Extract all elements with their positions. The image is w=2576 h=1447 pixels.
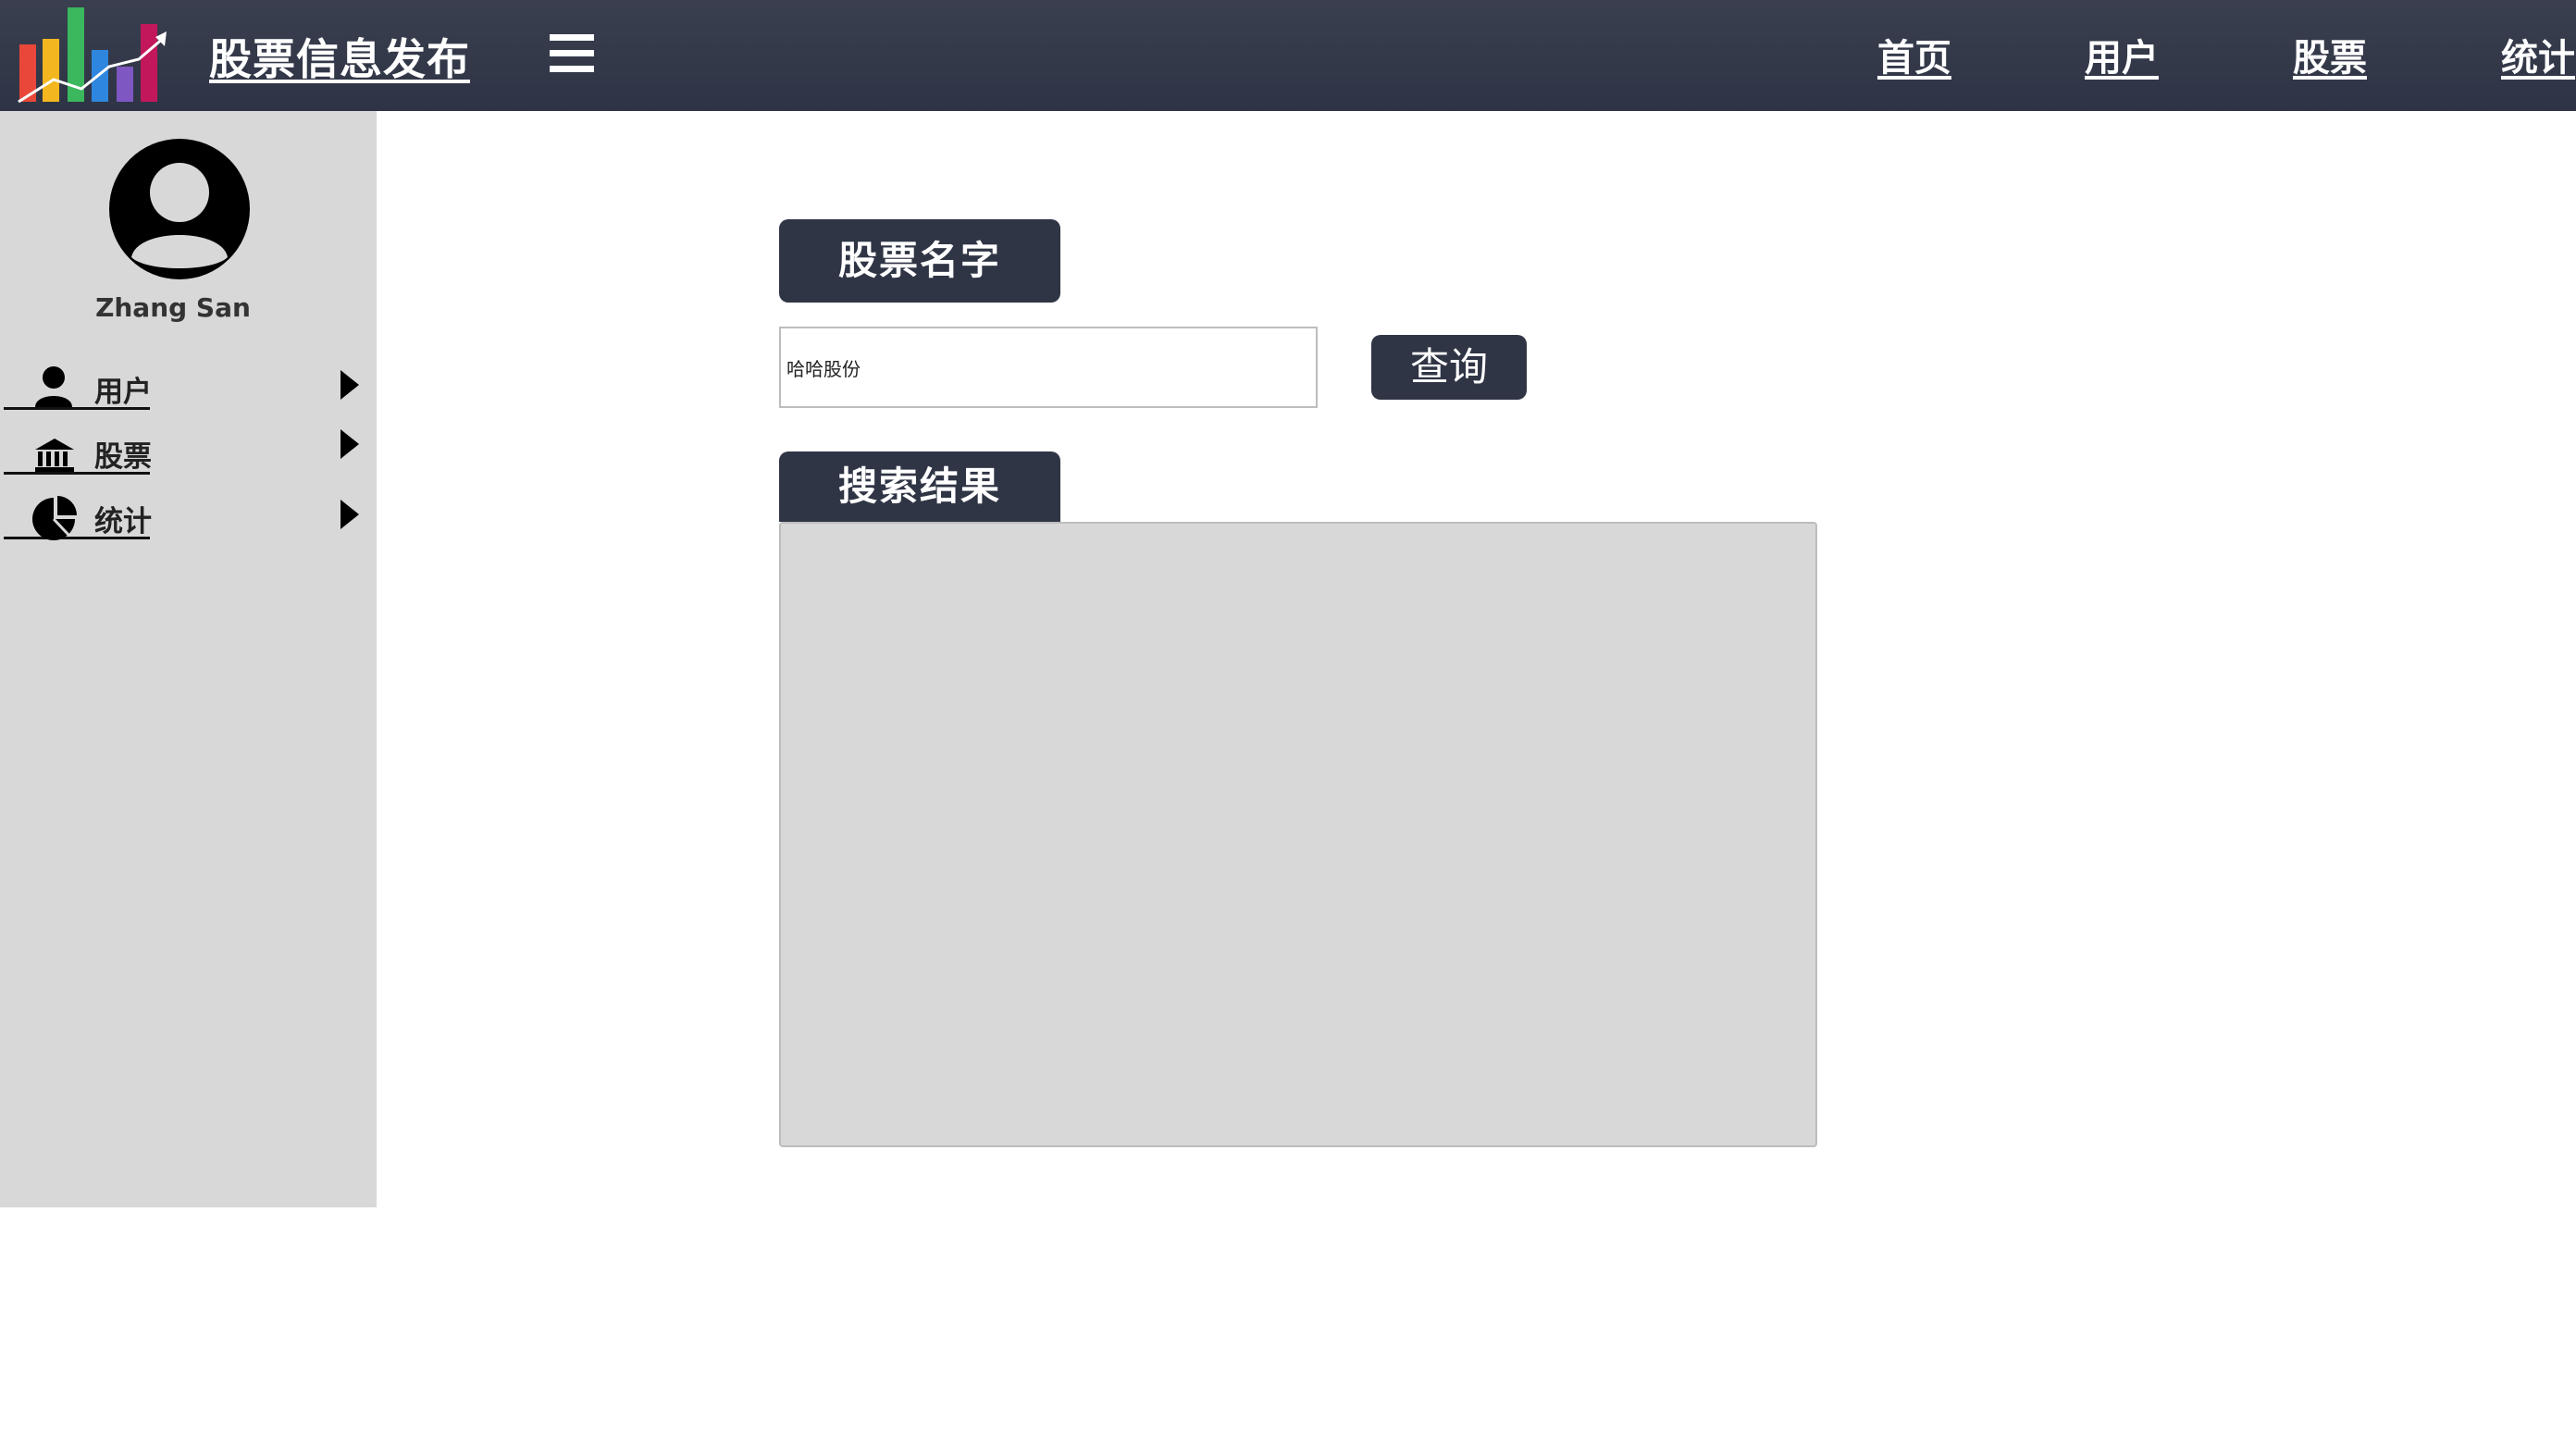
top-navigation-bar: 股票信息发布 首页 用户 股票 统计 <box>0 0 2576 111</box>
expand-arrow-icon[interactable] <box>341 429 359 459</box>
bar-chart-logo-icon <box>18 7 167 104</box>
expand-arrow-icon[interactable] <box>341 500 359 529</box>
search-results-label: 搜索结果 <box>779 451 1060 522</box>
user-icon <box>35 366 72 407</box>
nav-users[interactable]: 用户 <box>2085 28 2159 81</box>
user-avatar-icon <box>109 139 250 279</box>
sidebar-item-statistics[interactable]: 统计 <box>0 494 377 550</box>
nav-statistics[interactable]: 统计 <box>2501 28 2575 81</box>
nav-home[interactable]: 首页 <box>1877 28 1951 81</box>
username: Zhang San <box>95 292 251 323</box>
search-results-panel <box>779 522 1817 1147</box>
sidebar: Zhang San 用户 股票 统计 <box>0 111 377 1207</box>
nav-stocks[interactable]: 股票 <box>2293 28 2367 81</box>
sidebar-item-label: 股票 <box>94 440 152 474</box>
sidebar-item-stocks[interactable]: 股票 <box>0 429 377 485</box>
stock-search-input[interactable] <box>779 327 1318 408</box>
stock-name-label: 股票名字 <box>779 219 1060 303</box>
sidebar-item-label: 用户 <box>94 376 152 409</box>
query-button[interactable]: 查询 <box>1371 335 1527 400</box>
pie-chart-icon <box>32 496 77 540</box>
sidebar-item-users[interactable]: 用户 <box>0 365 377 420</box>
bank-icon <box>35 439 74 472</box>
hamburger-menu-icon[interactable] <box>550 34 594 73</box>
sidebar-item-label: 统计 <box>94 505 152 538</box>
app-title[interactable]: 股票信息发布 <box>209 26 470 87</box>
expand-arrow-icon[interactable] <box>341 370 359 400</box>
